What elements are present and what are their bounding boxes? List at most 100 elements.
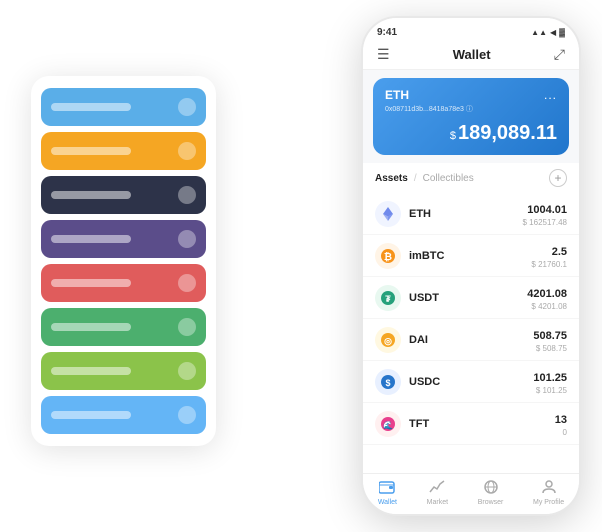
card-stack [31,76,216,446]
usdt-name: USDT [409,292,527,304]
phone-header: ☰ Wallet ⤢ [363,40,579,70]
eth-amount-primary: 1004.01 [527,204,567,216]
eth-amount: 1004.01 $ 162517.48 [523,200,568,227]
asset-row-eth[interactable]: ETH 1004.01 $ 162517.48 [363,193,579,235]
usdt-icon: ₮ [375,285,401,311]
card-label [51,191,131,199]
market-nav-label: Market [427,499,448,506]
tab-collectibles[interactable]: Collectibles [423,173,474,184]
page-title: Wallet [453,47,491,62]
tab-separator: / [414,173,417,184]
svg-text:₮: ₮ [385,294,391,304]
card-item[interactable] [41,132,206,170]
market-nav-icon [429,480,445,497]
card-icon [178,186,196,204]
asset-row-usdt[interactable]: ₮ USDT 4201.08 $ 4201.08 [363,277,579,319]
asset-row-dai[interactable]: ◎ DAI 508.75 $ 508.75 [363,319,579,361]
phone-frame: 9:41 ▲▲ ◀ ▓ ☰ Wallet ⤢ ETH ... 0x08711 [361,16,581,516]
nav-wallet[interactable]: Wallet [378,480,397,506]
status-bar: 9:41 ▲▲ ◀ ▓ [363,18,579,40]
phone-inner: 9:41 ▲▲ ◀ ▓ ☰ Wallet ⤢ ETH ... 0x08711 [363,18,579,514]
status-icons: ▲▲ ◀ ▓ [531,28,565,37]
browser-nav-icon [483,480,499,497]
asset-row-usdc[interactable]: $ USDC 101.25 $ 101.25 [363,361,579,403]
card-item[interactable] [41,308,206,346]
usdc-name: USDC [409,376,533,388]
card-icon [178,142,196,160]
imbtc-icon: ₿ [375,243,401,269]
signal-icon: ▲▲ [531,28,547,37]
profile-nav-label: My Profile [533,499,564,506]
imbtc-amount-secondary: $ 21760.1 [531,260,567,269]
svg-text:◎: ◎ [384,336,392,346]
profile-nav-icon [541,480,557,497]
imbtc-name: imBTC [409,250,531,262]
usdc-amount-secondary: $ 101.25 [533,386,567,395]
dollar-sign: $ [450,130,456,142]
card-item[interactable] [41,88,206,126]
nav-browser[interactable]: Browser [478,480,504,506]
card-label [51,367,131,375]
card-icon [178,98,196,116]
usdc-amount-primary: 101.25 [533,372,567,384]
assets-header: Assets / Collectibles + [363,163,579,193]
imbtc-amount-primary: 2.5 [552,246,567,258]
dai-amount: 508.75 $ 508.75 [533,326,567,353]
card-label [51,103,131,111]
asset-row-tft[interactable]: 🌊 TFT 13 0 [363,403,579,445]
usdt-amount-secondary: $ 4201.08 [527,302,567,311]
balance-value: 189,089.11 [458,122,557,144]
card-item[interactable] [41,176,206,214]
card-label [51,411,131,419]
card-icon [178,274,196,292]
tab-assets[interactable]: Assets [375,173,408,184]
card-label [51,235,131,243]
usdt-amount: 4201.08 $ 4201.08 [527,284,567,311]
card-icon [178,362,196,380]
tft-name: TFT [409,418,555,430]
eth-icon [375,201,401,227]
nav-profile[interactable]: My Profile [533,480,564,506]
eth-card-top: ETH ... [385,88,557,102]
eth-card[interactable]: ETH ... 0x08711d3b...8418a78e3 ⓘ $189,08… [373,78,569,155]
card-label [51,147,131,155]
wallet-nav-icon [379,480,395,497]
plus-icon: + [554,171,561,185]
card-item[interactable] [41,396,206,434]
usdc-icon: $ [375,369,401,395]
card-label [51,323,131,331]
tft-icon: 🌊 [375,411,401,437]
dai-icon: ◎ [375,327,401,353]
card-icon [178,230,196,248]
usdt-amount-primary: 4201.08 [527,288,567,300]
eth-card-more-button[interactable]: ... [544,88,557,102]
card-item[interactable] [41,264,206,302]
eth-card-balance: $189,089.11 [385,122,557,145]
svg-text:$: $ [385,378,390,388]
tft-amount-secondary: 0 [555,428,567,437]
tft-amount: 13 0 [555,410,567,437]
nav-market[interactable]: Market [427,480,448,506]
expand-icon[interactable]: ⤢ [554,46,565,63]
eth-name: ETH [409,208,523,220]
svg-text:₿: ₿ [384,251,392,263]
imbtc-amount: 2.5 $ 21760.1 [531,242,567,269]
menu-icon[interactable]: ☰ [377,46,390,63]
wallet-nav-label: Wallet [378,499,397,506]
battery-icon: ▓ [559,28,565,37]
card-item[interactable] [41,352,206,390]
asset-row-imbtc[interactable]: ₿ imBTC 2.5 $ 21760.1 [363,235,579,277]
eth-amount-secondary: $ 162517.48 [523,218,568,227]
dai-amount-secondary: $ 508.75 [533,344,567,353]
card-label [51,279,131,287]
svg-text:🌊: 🌊 [383,420,393,430]
tft-amount-primary: 13 [555,414,567,426]
scene: 9:41 ▲▲ ◀ ▓ ☰ Wallet ⤢ ETH ... 0x08711 [21,16,581,516]
eth-card-address: 0x08711d3b...8418a78e3 ⓘ [385,104,557,114]
eth-card-name: ETH [385,88,409,102]
asset-list: ETH 1004.01 $ 162517.48 ₿ imBTC 2.5 $ 21… [363,193,579,473]
add-asset-button[interactable]: + [549,169,567,187]
card-item[interactable] [41,220,206,258]
status-time: 9:41 [377,27,397,38]
dai-name: DAI [409,334,533,346]
